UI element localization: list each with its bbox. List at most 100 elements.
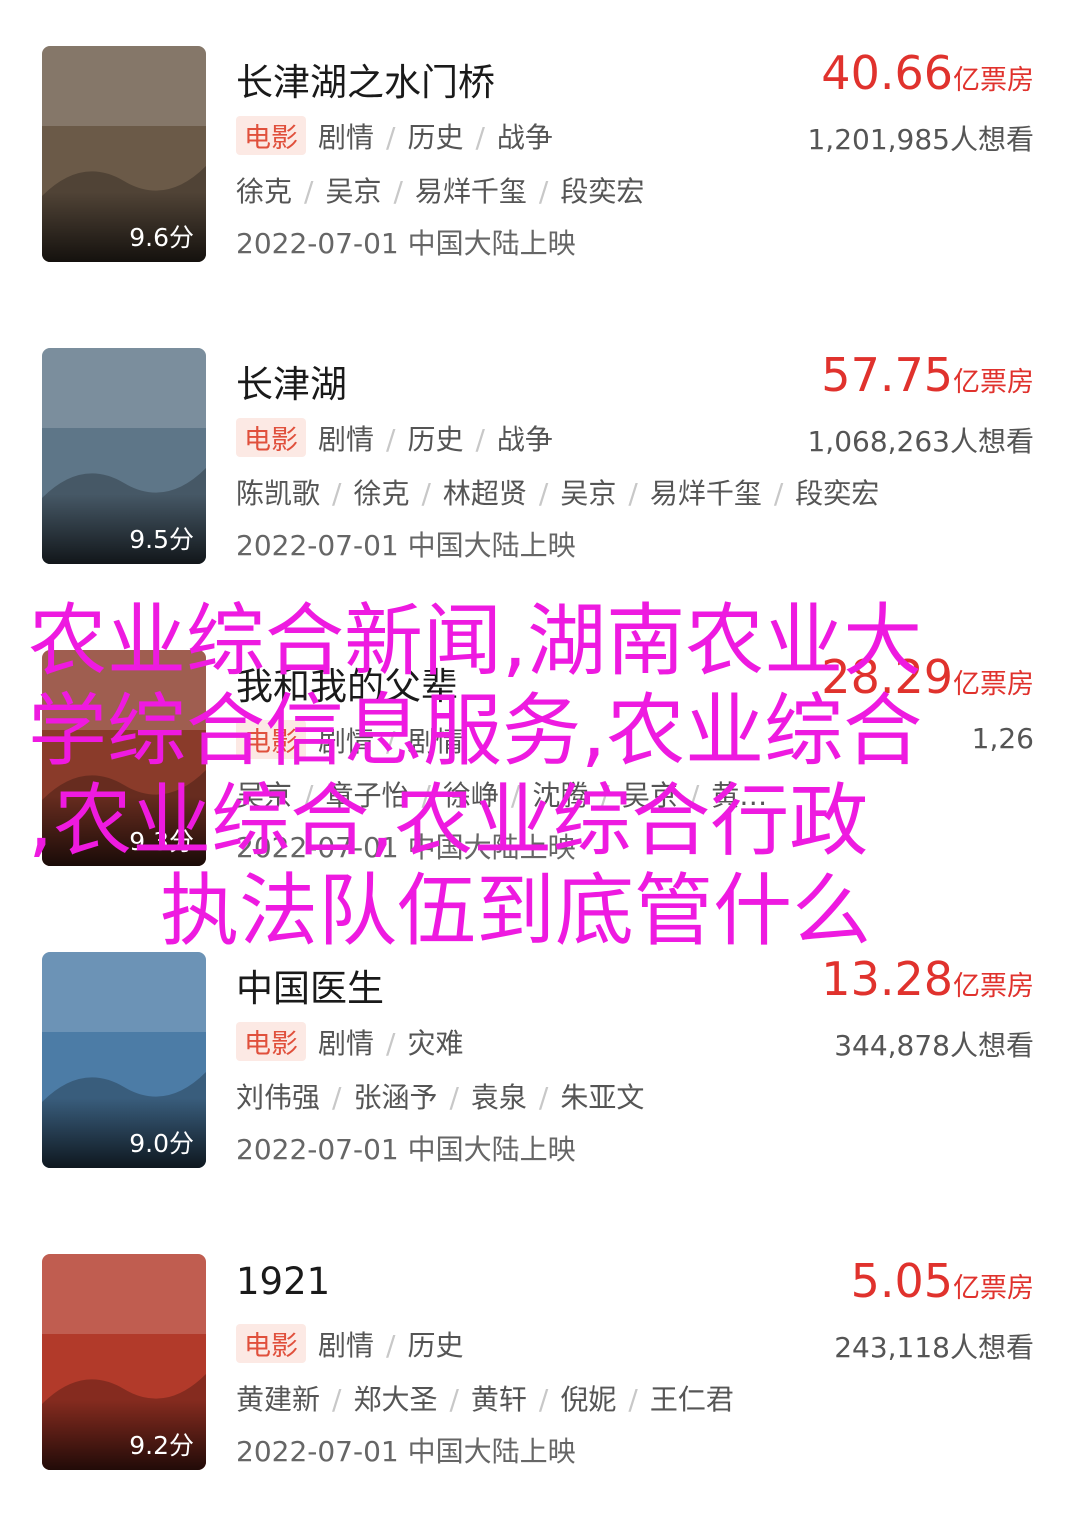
box-office: 13.28亿票房 bbox=[821, 952, 1034, 1006]
genre-label: 战争 bbox=[496, 423, 553, 456]
separator: / bbox=[538, 175, 549, 208]
movie-poster[interactable]: 9.0分 bbox=[42, 952, 206, 1168]
cast-name: 吴京 bbox=[236, 779, 293, 812]
movie-title[interactable]: 我和我的父辈 bbox=[236, 656, 458, 710]
box-office-unit: 亿票房 bbox=[953, 669, 1034, 700]
separator: / bbox=[304, 175, 314, 208]
genre-label: 剧情 bbox=[318, 1027, 375, 1060]
movie-poster[interactable]: 9.5分 bbox=[42, 348, 206, 564]
cast-name: 徐克 bbox=[236, 175, 293, 208]
movie-list: 9.6分 长津湖之水门桥 40.66亿票房 电影 剧情 / 历史 / 战争 1,201,985人想… bbox=[0, 0, 1080, 1520]
box-office-value: 57.75 bbox=[821, 348, 953, 402]
movie-title[interactable]: 1921 bbox=[236, 1260, 330, 1303]
cast-name: 陈凯歌 bbox=[236, 477, 321, 510]
want-to-see-count: 1,201,985人想看 bbox=[807, 123, 1034, 156]
movie-cast: 刘伟强 / 张涵予 / 袁泉 / 朱亚文 bbox=[236, 1076, 644, 1116]
movie-list-item[interactable]: 9.3分 我和我的父辈 28.29亿票房 电影 剧情 / 剧情 1,26 吴京 / 章子怡 / 徐峥 / 沈… bbox=[0, 650, 1080, 870]
separator: / bbox=[332, 1081, 342, 1114]
genre-label: 历史 bbox=[407, 423, 464, 456]
movie-poster[interactable]: 9.6分 bbox=[42, 46, 206, 262]
box-office-value: 5.05 bbox=[850, 1254, 953, 1308]
movie-title[interactable]: 中国医生 bbox=[236, 958, 384, 1012]
movie-score: 9.6分 bbox=[129, 223, 194, 252]
genre-label: 历史 bbox=[407, 1329, 464, 1362]
separator: / bbox=[386, 121, 396, 154]
movie-score: 9.2分 bbox=[129, 1431, 194, 1460]
cast-name: 朱亚文 bbox=[560, 1081, 645, 1114]
movie-genres: 电影 剧情 / 历史 / 战争 bbox=[236, 116, 553, 156]
separator: / bbox=[773, 477, 784, 510]
box-office-unit: 亿票房 bbox=[953, 971, 1034, 1002]
cast-name: 章子怡 bbox=[325, 779, 410, 812]
want-to-see-count: 1,068,263人想看 bbox=[807, 425, 1034, 458]
cast-name: 黄… bbox=[711, 779, 768, 812]
movie-title[interactable]: 长津湖 bbox=[236, 354, 347, 408]
cast-name: 沈腾 bbox=[532, 779, 589, 812]
separator: / bbox=[689, 779, 700, 812]
movie-list-item[interactable]: 9.2分 1921 5.05亿票房 电影 剧情 / 历史 243,118人想看 黄建新 / 郑大圣 /… bbox=[0, 1254, 1080, 1474]
cast-name: 林超贤 bbox=[442, 477, 527, 510]
box-office-value: 13.28 bbox=[821, 952, 953, 1006]
separator: / bbox=[393, 175, 403, 208]
movie-score: 9.5分 bbox=[129, 525, 194, 554]
cast-name: 袁泉 bbox=[470, 1081, 527, 1114]
separator: / bbox=[304, 779, 314, 812]
cast-name: 吴京 bbox=[621, 779, 678, 812]
box-office-value: 28.29 bbox=[821, 650, 953, 704]
box-office: 40.66亿票房 bbox=[821, 46, 1034, 100]
box-office-unit: 亿票房 bbox=[953, 65, 1034, 96]
want-to-see-count: 243,118人想看 bbox=[834, 1331, 1034, 1364]
separator: / bbox=[449, 1081, 459, 1114]
separator: / bbox=[475, 121, 485, 154]
movie-cast: 徐克 / 吴京 / 易烊千玺 / 段奕宏 bbox=[236, 170, 644, 210]
movie-score: 9.3分 bbox=[129, 827, 194, 856]
release-info: 2022-07-01 中国大陆上映 bbox=[236, 831, 576, 864]
separator: / bbox=[538, 477, 549, 510]
separator: / bbox=[332, 1383, 342, 1416]
cast-name: 段奕宏 bbox=[560, 175, 645, 208]
category-tag: 电影 bbox=[236, 418, 306, 457]
movie-list-item[interactable]: 9.6分 长津湖之水门桥 40.66亿票房 电影 剧情 / 历史 / 战争 1,201,985人想… bbox=[0, 46, 1080, 266]
movie-cast: 黄建新 / 郑大圣 / 黄轩 / 倪妮 / 王仁君 bbox=[236, 1378, 734, 1418]
separator: / bbox=[628, 477, 638, 510]
movie-genres: 电影 剧情 / 历史 / 战争 bbox=[236, 418, 553, 458]
category-tag: 电影 bbox=[236, 1022, 306, 1061]
genre-label: 剧情 bbox=[318, 121, 375, 154]
separator: / bbox=[475, 423, 485, 456]
movie-list-item[interactable]: 9.5分 长津湖 57.75亿票房 电影 剧情 / 历史 / 战争 1,068,263人想看 陈凯歌… bbox=[0, 348, 1080, 568]
box-office-unit: 亿票房 bbox=[953, 1273, 1034, 1304]
separator: / bbox=[332, 477, 342, 510]
cast-name: 吴京 bbox=[560, 477, 617, 510]
want-to-see-count: 1,26 bbox=[971, 722, 1034, 755]
separator: / bbox=[386, 1027, 396, 1060]
separator: / bbox=[628, 1383, 638, 1416]
genre-label: 历史 bbox=[407, 121, 464, 154]
cast-name: 王仁君 bbox=[649, 1383, 734, 1416]
separator: / bbox=[600, 779, 610, 812]
box-office: 5.05亿票房 bbox=[851, 1254, 1034, 1308]
movie-genres: 电影 剧情 / 灾难 bbox=[236, 1022, 463, 1062]
movie-poster[interactable]: 9.3分 bbox=[42, 650, 206, 866]
cast-name: 易烊千玺 bbox=[414, 175, 527, 208]
category-tag: 电影 bbox=[236, 116, 306, 155]
genre-label: 灾难 bbox=[407, 1027, 464, 1060]
movie-list-item[interactable]: 9.0分 中国医生 13.28亿票房电影 剧情 / 灾难 344,878人想看刘伟强 / 张涵予… bbox=[0, 952, 1080, 1172]
movie-cast: 吴京 / 章子怡 / 徐峥 / 沈腾 / 吴京 / 黄… bbox=[236, 774, 767, 814]
separator: / bbox=[421, 477, 431, 510]
release-info: 2022-07-01 中国大陆上映 bbox=[236, 529, 576, 562]
release-info: 2022-07-01 中国大陆上映 bbox=[236, 227, 576, 260]
want-to-see-count: 344,878人想看 bbox=[834, 1029, 1034, 1062]
category-tag: 电影 bbox=[236, 1324, 306, 1363]
cast-name: 张涵予 bbox=[353, 1081, 438, 1114]
cast-name: 刘伟强 bbox=[236, 1081, 321, 1114]
movie-poster[interactable]: 9.2分 bbox=[42, 1254, 206, 1470]
separator: / bbox=[538, 1081, 549, 1114]
category-tag: 电影 bbox=[236, 720, 306, 759]
release-info: 2022-07-01 中国大陆上映 bbox=[236, 1435, 576, 1468]
box-office: 28.29亿票房 bbox=[821, 650, 1034, 704]
genre-label: 剧情 bbox=[318, 725, 375, 758]
cast-name: 吴京 bbox=[325, 175, 382, 208]
cast-name: 倪妮 bbox=[560, 1383, 617, 1416]
separator: / bbox=[510, 779, 521, 812]
movie-title[interactable]: 长津湖之水门桥 bbox=[236, 52, 495, 106]
